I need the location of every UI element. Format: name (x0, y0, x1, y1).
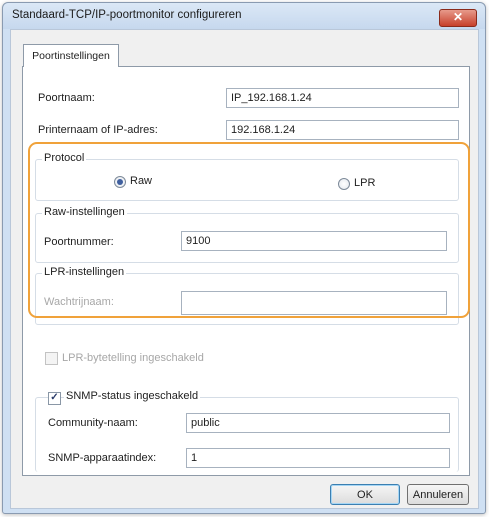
port-name-field[interactable]: IP_192.168.1.24 (226, 88, 459, 108)
snmp-device-index-label: SNMP-apparaatindex: (48, 452, 157, 464)
community-name-field[interactable]: public (186, 413, 450, 433)
close-icon: ✕ (452, 10, 464, 24)
window-title: Standaard-TCP/IP-poortmonitor configurer… (12, 9, 242, 21)
check-icon: ✓ (50, 392, 59, 403)
printer-address-label: Printernaam of IP-adres: (38, 124, 158, 136)
ok-button[interactable]: OK (330, 484, 400, 505)
protocol-settings-highlight (28, 142, 470, 318)
lpr-byte-counting-checkbox[interactable] (45, 352, 58, 365)
printer-address-field[interactable]: 192.168.1.24 (226, 120, 459, 140)
community-name-label: Community-naam: (48, 417, 138, 429)
lpr-byte-counting-label: LPR-bytetelling ingeschakeld (62, 352, 204, 364)
snmp-checkbox[interactable]: ✓ (48, 392, 61, 405)
port-name-label: Poortnaam: (38, 92, 95, 104)
tab-poortinstellingen[interactable]: Poortinstellingen (23, 44, 119, 67)
snmp-device-index-field[interactable]: 1 (186, 448, 450, 468)
snmp-legend: SNMP-status ingeschakeld (64, 390, 201, 402)
title-bar[interactable]: Standaard-TCP/IP-poortmonitor configurer… (3, 3, 485, 29)
close-button[interactable]: ✕ (439, 9, 477, 27)
cancel-button[interactable]: Annuleren (407, 484, 469, 505)
